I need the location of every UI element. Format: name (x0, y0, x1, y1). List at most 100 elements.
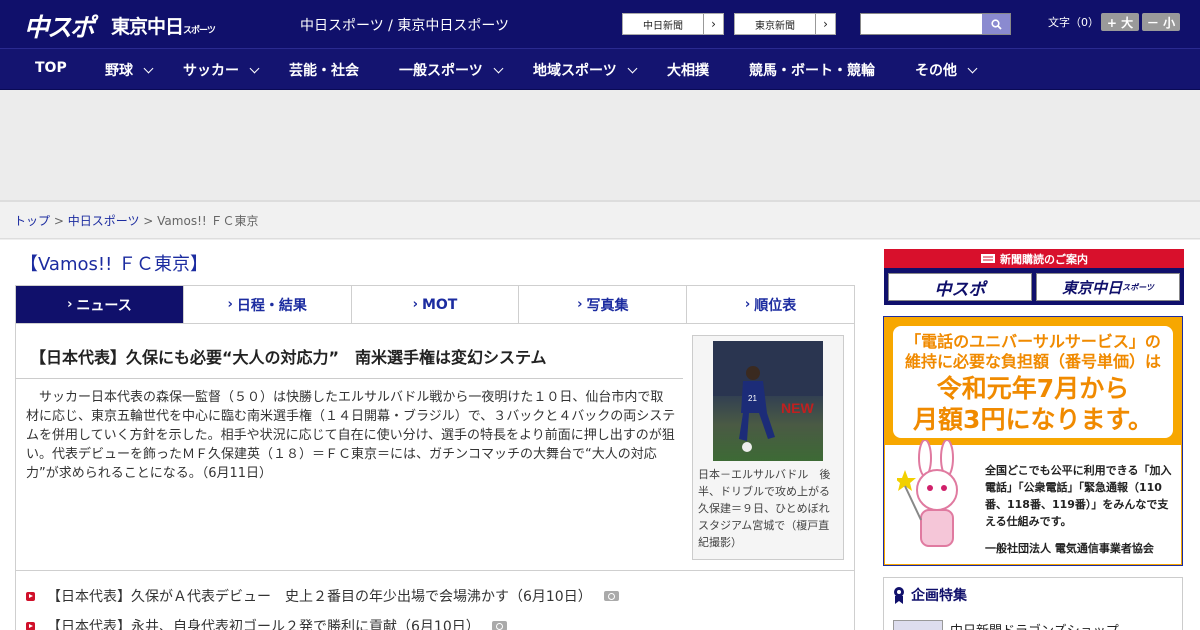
search-button[interactable] (982, 14, 1010, 34)
tab-standings-label: 順位表 (754, 297, 797, 314)
tab-photos-label: 写真集 (586, 297, 629, 314)
photo-caption: 日本－エルサルバドル 後半、ドリブルで攻め上がる久保建＝９日、ひとめぼれスタジア… (698, 468, 831, 549)
ribbon-icon (894, 587, 904, 604)
ad-line-3: 令和元年7月から (936, 374, 1130, 403)
tab-mot[interactable]: › MOT (351, 286, 520, 323)
camera-icon (491, 621, 507, 630)
article-photo[interactable]: NEW 21 (713, 341, 823, 461)
ad-line-2: 維持に必要な負担額（番号単価）は (904, 352, 1161, 371)
tokyo-chunichi-logo[interactable]: 東京中日スポーツ (111, 12, 216, 39)
search-input[interactable] (861, 14, 983, 34)
nav-soccer[interactable]: サッカー (183, 60, 260, 80)
nav-keiba[interactable]: 競馬・ボート・競輪 (749, 60, 875, 80)
chevron-down-icon (493, 63, 504, 73)
tokyo-link-label: 東京新聞 (755, 20, 795, 32)
ad-line-1: 「電話のユニバーサルサービス」の (905, 332, 1161, 351)
breadcrumb-sep: > (50, 214, 68, 228)
tab-standings[interactable]: › 順位表 (687, 286, 854, 323)
breadcrumb-sep: > (139, 214, 158, 228)
nav-baseball[interactable]: 野球 (105, 60, 154, 80)
ad-headline-box: 「電話のユニバーサルサービス」の 維持に必要な負担額（番号単価）は 令和元年7月… (893, 326, 1173, 438)
nav-top[interactable]: TOP (35, 60, 67, 76)
tab-news[interactable]: › ニュース (16, 286, 184, 323)
section-tabs: › ニュース › 日程・結果 › MOT › 写真集 › 順位表 (15, 285, 855, 324)
subscribe-tokyo-label: 東京中日 (1062, 278, 1123, 297)
tokyo-shimbun-link[interactable]: 東京新聞 › (734, 13, 836, 35)
play-bullet-icon (26, 621, 35, 630)
nav-other[interactable]: その他 (915, 60, 978, 80)
nav-baseball-label: 野球 (105, 63, 133, 79)
subscribe-tokyo-sub: スポーツ (1122, 282, 1154, 292)
photo-banner-text: NEW (781, 400, 814, 416)
chevron-down-icon (967, 63, 978, 73)
search-box (860, 13, 1011, 35)
subscription-heading-label: 新聞購読のご案内 (1000, 252, 1088, 266)
nav-soccer-label: サッカー (183, 63, 239, 79)
list-item-label: 【日本代表】永井、自身代表初ゴール２発で勝利に貢献（6月10日） (47, 619, 480, 630)
tab-schedule[interactable]: › 日程・結果 (183, 286, 352, 323)
list-item[interactable]: 【日本代表】永井、自身代表初ゴール２発で勝利に貢献（6月10日） (26, 616, 507, 630)
subscribe-chuspo-button[interactable]: 中スポ (888, 273, 1032, 301)
site-title[interactable]: 中日スポーツ / 東京中日スポーツ (300, 15, 509, 35)
ad-line-4: 月額3円になります。 (913, 405, 1153, 434)
rabbit-mascot-icon (897, 440, 958, 547)
newspaper-icon (981, 254, 995, 263)
tab-schedule-label: 日程・結果 (236, 297, 307, 314)
tab-news-label: ニュース (76, 297, 132, 314)
nav-keiba-label: 競馬・ボート・競輪 (749, 63, 875, 79)
chunichi-link-label: 中日新聞 (643, 20, 683, 32)
nav-other-label: その他 (915, 63, 957, 79)
ad-info-text: 全国どこでも公平に利用できる「加入電話」「公衆電話」「緊急通報（110番、118… (985, 464, 1172, 528)
chuspo-logo[interactable]: 中スポ (24, 8, 95, 44)
font-smaller-button[interactable]: － 小 (1142, 13, 1180, 31)
nav-local-sports-label: 地域スポーツ (533, 63, 617, 79)
font-bigger-button[interactable]: + 大 (1101, 13, 1139, 31)
play-bullet-icon (26, 591, 35, 601)
chevron-right-icon: › (744, 297, 751, 312)
ad-banner-area (0, 90, 1200, 201)
breadcrumb-current: Vamos!! ＦＣ東京 (157, 214, 259, 228)
special-item-link[interactable]: 中日新聞ドラゴンズショップ (950, 620, 1119, 630)
special-thumbnail[interactable] (893, 620, 943, 630)
nav-entertainment-label: 芸能・社会 (289, 63, 359, 79)
chevron-right-icon: › (227, 297, 233, 312)
special-heading-label: 企画特集 (911, 588, 967, 604)
article-body: サッカー日本代表の森保一監督（５０）は快勝したエルサルバドル戦から一夜明けた１０… (26, 390, 676, 481)
special-heading: 企画特集 (893, 585, 967, 605)
font-size-label: 文字（0） (1048, 16, 1099, 29)
nav-entertainment[interactable]: 芸能・社会 (289, 60, 359, 80)
player-photo: NEW 21 (713, 341, 823, 452)
nav-sumo[interactable]: 大相撲 (667, 60, 709, 80)
list-item[interactable]: 【日本代表】久保がＡ代表デビュー 史上２番目の年少出場で会場沸かす（6月10日） (26, 586, 619, 606)
tab-mot-label: MOT (421, 296, 458, 313)
nav-top-label: TOP (35, 60, 67, 76)
nav-local-sports[interactable]: 地域スポーツ (533, 60, 638, 80)
breadcrumb-section[interactable]: 中日スポーツ (68, 214, 140, 228)
chevron-down-icon (249, 63, 260, 73)
chevron-down-icon (627, 63, 638, 73)
tab-photos[interactable]: › 写真集 (519, 286, 688, 323)
page-title: 【Vamos!! ＦＣ東京】 (20, 254, 209, 275)
tokyo-logo-sub: スポーツ (183, 26, 216, 36)
chunichi-shimbun-link[interactable]: 中日新聞 › (622, 13, 724, 35)
chevron-right-icon: › (67, 297, 73, 312)
nav-general-sports-label: 一般スポーツ (399, 63, 483, 79)
chevron-right-icon: › (815, 14, 835, 34)
tokyo-logo-text: 東京中日 (111, 16, 184, 38)
ad-org-text: 一般社団法人 電気通信事業者協会 (985, 542, 1154, 555)
subscription-heading: 新聞購読のご案内 (884, 249, 1184, 268)
article-heading[interactable]: 【日本代表】久保にも必要“大人の対応力” 南米選手権は変幻システム (30, 344, 547, 368)
breadcrumb-home[interactable]: トップ (14, 214, 50, 228)
chevron-right-icon: › (412, 297, 418, 312)
divider (15, 378, 683, 379)
nav-general-sports[interactable]: 一般スポーツ (399, 60, 504, 80)
camera-icon (603, 591, 619, 601)
chevron-right-icon: › (703, 14, 723, 34)
chevron-right-icon: › (577, 297, 583, 312)
search-icon (990, 18, 1002, 30)
list-item-label: 【日本代表】久保がＡ代表デビュー 史上２番目の年少出場で会場沸かす（6月10日） (47, 589, 592, 605)
chevron-down-icon (143, 63, 154, 73)
jersey-number: 21 (748, 394, 757, 403)
breadcrumb: トップ > 中日スポーツ > Vamos!! ＦＣ東京 (0, 201, 1200, 239)
subscribe-tokyo-button[interactable]: 東京中日 スポーツ (1036, 273, 1180, 301)
